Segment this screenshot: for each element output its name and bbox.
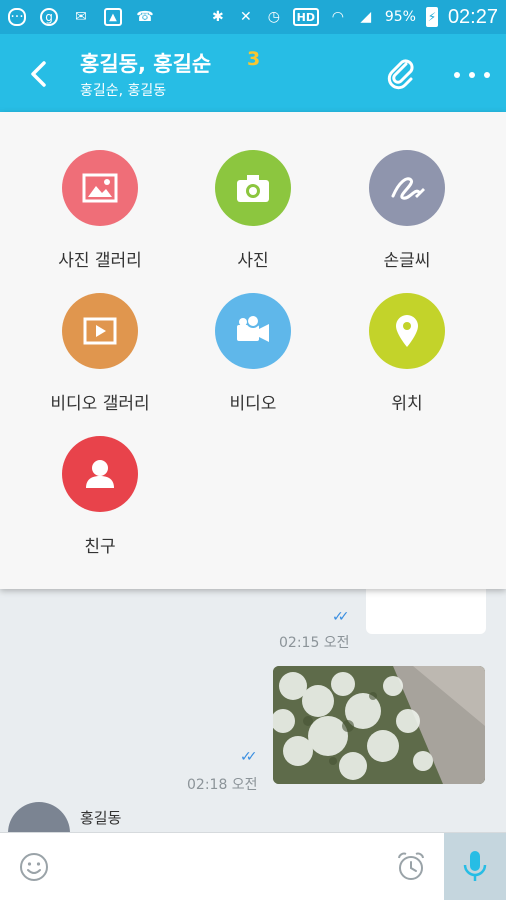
voice-input-button[interactable] [444,833,506,900]
chat-title: 홍길동, 홍길순 [80,52,212,76]
hd-icon: HD [292,8,319,26]
attach-label: 손글씨 [383,251,431,271]
attach-label: 사진 [237,251,269,271]
read-check-icon: ✓✓ [240,749,258,765]
alarm-icon: ◷ [267,9,280,25]
participant-count: 3 [247,48,261,70]
back-button[interactable] [22,56,58,92]
missed-call-icon: ☎ [136,9,154,25]
attach-label: 사진 갤러리 [58,251,142,271]
message-input-bar[interactable] [0,832,506,900]
g-app-icon: g [40,8,58,26]
battery-charging-icon: ⚡ [425,7,438,27]
message-time: 02:15 오전 [279,635,350,651]
mail-icon: ✉ [75,9,87,25]
alarm-clock-icon [398,852,424,880]
status-bar: ··· g ✉ ▲ ☎ ✱ ✕ ◷ HD ◠ ◢ 95% ⚡ 02:27 [0,0,506,34]
sender-name: 홍길동 [80,809,122,827]
chat-messages[interactable]: ✓✓ 02:15 오전 ✓✓ 02:18 오전 홍길동 [0,589,506,832]
video-camera-icon [215,293,291,369]
app-bar: 홍길동, 홍길순 3 홍길순, 홍길동 [0,34,506,112]
attach-label: 비디오 [229,394,277,414]
scheduled-message-button[interactable] [394,849,428,883]
chat-notification-icon: ··· [8,8,26,26]
more-dot-icon [469,72,475,78]
paperclip-icon [387,59,414,90]
attach-location[interactable]: 위치 [327,293,487,414]
attach-video[interactable]: 비디오 [173,293,333,414]
more-options-button[interactable] [454,70,490,80]
read-check-icon: ✓✓ [332,609,350,625]
message-bubble[interactable] [366,589,486,634]
attach-label: 위치 [391,394,423,414]
video-gallery-icon [62,293,138,369]
location-pin-icon [369,293,445,369]
attach-video-gallery[interactable]: 비디오 갤러리 [20,293,180,414]
signal-icon: ◢ [360,9,372,25]
emoji-button[interactable] [18,851,50,883]
photo-message[interactable] [273,666,485,784]
attach-friend[interactable]: 친구 [20,436,180,557]
attach-photo[interactable]: 사진 [173,150,333,271]
bluetooth-icon: ✱ [211,9,224,25]
camera-icon [215,150,291,226]
smiley-icon [20,853,48,881]
chat-subtitle: 홍길순, 홍길동 [80,83,167,99]
attach-photo-gallery[interactable]: 사진 갤러리 [20,150,180,271]
more-dot-icon [454,72,460,78]
back-arrow-icon [31,61,46,87]
attach-handwriting[interactable]: 손글씨 [327,150,487,271]
wifi-icon: ◠ [331,9,344,25]
photo-thumbnail [273,666,485,784]
friend-icon [62,436,138,512]
more-dot-icon [484,72,490,78]
attach-button[interactable] [384,56,418,90]
attach-label: 비디오 갤러리 [50,394,150,414]
attach-label: 친구 [84,537,116,557]
handwriting-icon [369,150,445,226]
image-icon: ▲ [104,8,122,26]
microphone-icon [463,851,487,881]
avatar[interactable] [8,802,70,832]
message-time: 02:18 오전 [187,777,258,793]
status-time: 02:27 [447,5,498,28]
battery-percent: 95% [384,9,416,25]
mute-icon: ✕ [239,9,252,25]
gallery-icon [62,150,138,226]
attachment-panel: 사진 갤러리 사진 손글씨 비디오 갤러리 비디오 위치 친구 [0,112,506,589]
